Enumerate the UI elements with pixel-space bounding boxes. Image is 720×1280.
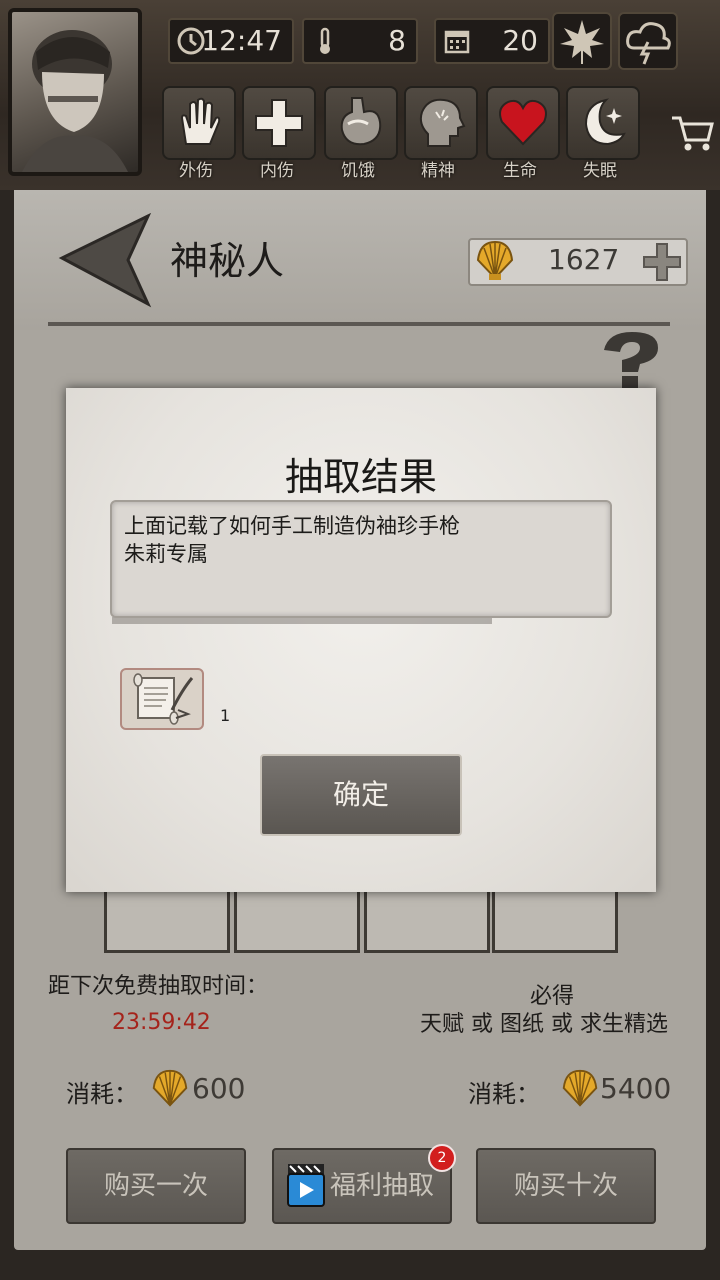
status-label: 失眠 (583, 161, 617, 181)
cost-single-value: 600 (192, 1072, 246, 1105)
cross-icon (255, 99, 303, 147)
day-value: 20 (502, 24, 538, 57)
storm-cloud-icon (626, 22, 671, 65)
buy-once-button[interactable]: 购买一次 (66, 1148, 246, 1224)
calendar-icon (442, 26, 472, 56)
status-label: 精神 (421, 161, 455, 181)
dialog-title: 抽取结果 (284, 455, 437, 499)
leaf-icon (560, 20, 604, 64)
status-health[interactable] (486, 86, 560, 160)
moon-icon (584, 98, 626, 146)
character-portrait[interactable] (8, 8, 142, 176)
plus-icon (643, 243, 681, 281)
add-shells-button[interactable] (642, 242, 682, 282)
cost-ten-value: 5400 (600, 1072, 672, 1105)
day-display: 20 (434, 18, 550, 64)
thermometer-icon (310, 26, 340, 56)
divider (48, 322, 670, 326)
head-icon (419, 98, 466, 147)
reward-item[interactable] (120, 668, 204, 730)
shell-count: 1627 (548, 243, 620, 276)
result-owner: 朱莉专属 (124, 542, 208, 566)
back-button[interactable] (58, 210, 158, 310)
confirm-button[interactable]: 确定 (260, 754, 462, 836)
temperature-display: 8 (302, 18, 418, 64)
notification-badge: 2 (428, 1144, 456, 1172)
status-label: 饥饿 (341, 161, 375, 181)
cost-label: 消耗： (468, 1080, 540, 1108)
video-icon (286, 1162, 326, 1208)
clock-display: 12:47 (168, 18, 294, 64)
status-label: 内伤 (260, 161, 294, 181)
free-draw-timer: 23:59:42 (112, 1010, 211, 1035)
shell-icon (562, 1069, 598, 1107)
buy-ten-button[interactable]: 购买十次 (476, 1148, 656, 1224)
season-button[interactable] (552, 12, 612, 70)
guarantee-text: 天赋 或 图纸 或 求生精选 (420, 1012, 668, 1037)
question-mark-icon (604, 332, 658, 388)
time-value: 12:47 (201, 24, 282, 57)
status-label: 外伤 (179, 161, 213, 181)
shop-cart-button[interactable] (668, 110, 716, 154)
status-mental[interactable] (404, 86, 478, 160)
weather-button[interactable] (618, 12, 678, 70)
status-internal-injury[interactable] (242, 86, 316, 160)
status-insomnia[interactable] (566, 86, 640, 160)
item-count: 1 (220, 706, 231, 725)
cost-label: 消耗： (66, 1080, 138, 1108)
cart-icon (672, 116, 714, 151)
heart-icon (499, 99, 547, 146)
stomach-icon (340, 97, 382, 146)
result-description: 上面记载了如何手工制造伪袖珍手枪 (124, 514, 460, 538)
back-arrow-icon (58, 212, 152, 308)
status-external-injury[interactable] (162, 86, 236, 160)
shell-icon (476, 240, 514, 280)
temperature-value: 8 (388, 24, 406, 57)
blueprint-scroll-icon (133, 673, 194, 725)
page-title: 神秘人 (170, 239, 285, 283)
help-button[interactable] (596, 330, 666, 390)
shell-icon (152, 1069, 188, 1107)
status-label: 生命 (503, 161, 537, 181)
hand-icon (180, 97, 221, 145)
status-hunger[interactable] (324, 86, 398, 160)
free-draw-label: 距下次免费抽取时间： (48, 974, 269, 999)
